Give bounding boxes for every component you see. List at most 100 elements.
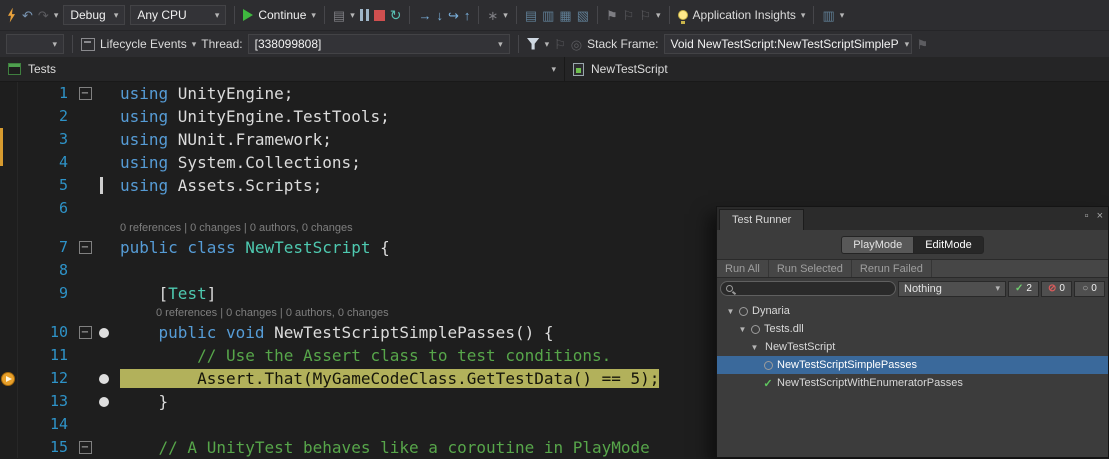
break-all-icon[interactable] xyxy=(360,9,369,21)
breakpoint-margin[interactable] xyxy=(97,344,111,367)
process-dropdown[interactable]: ▾ xyxy=(6,34,64,54)
indicator-margin[interactable] xyxy=(0,174,17,197)
rerun-failed-button[interactable]: Rerun Failed xyxy=(852,263,931,275)
breakpoint-dot[interactable] xyxy=(99,374,109,384)
tab-editmode[interactable]: EditMode xyxy=(913,236,983,254)
lifecycle-events-button[interactable]: Lifecycle Events xyxy=(100,37,187,51)
indicator-margin[interactable] xyxy=(0,413,17,436)
fold-margin[interactable] xyxy=(73,151,97,174)
lifecycle-events-icon[interactable] xyxy=(81,38,95,51)
code-line-3[interactable]: 3using NUnit.Framework; xyxy=(0,128,1109,151)
flag-icon[interactable]: ⚑ xyxy=(917,38,929,51)
bookmark-icon[interactable]: ⚑ xyxy=(606,9,618,22)
code-text[interactable]: using UnityEngine.TestTools; xyxy=(111,105,1109,128)
expander-icon[interactable]: ▼ xyxy=(725,307,736,316)
platform-dropdown[interactable]: Any CPU ▾ xyxy=(130,5,226,25)
navigation-history-chevron[interactable]: ▾ xyxy=(54,11,59,20)
crosshair-icon[interactable]: ◎ xyxy=(571,38,582,51)
indicator-margin[interactable] xyxy=(0,197,17,220)
chevron-down-icon[interactable]: ▾ xyxy=(801,11,806,20)
flag-outline-icon[interactable]: ⚐ xyxy=(554,38,566,51)
fold-margin[interactable]: − xyxy=(73,236,97,259)
code-line-2[interactable]: 2using UnityEngine.TestTools; xyxy=(0,105,1109,128)
chevron-down-icon[interactable]: ▾ xyxy=(545,40,550,49)
type-scope-dropdown[interactable]: NewTestScript xyxy=(565,57,1109,81)
test-tree-item[interactable]: ▼Dynaria xyxy=(717,302,1108,320)
indicator-margin[interactable] xyxy=(0,236,17,259)
output-window-icon[interactable]: ▥ xyxy=(542,9,554,22)
code-line-5[interactable]: 5using Assets.Scripts; xyxy=(0,174,1109,197)
filter-icon[interactable] xyxy=(527,38,540,51)
breakpoint-margin[interactable] xyxy=(97,236,111,259)
breakpoint-margin[interactable] xyxy=(97,367,111,390)
test-tree-item[interactable]: ✓NewTestScriptWithEnumeratorPasses xyxy=(717,374,1108,392)
indicator-margin[interactable] xyxy=(0,321,17,344)
breakpoint-margin[interactable] xyxy=(97,82,111,105)
fold-collapse-icon[interactable]: − xyxy=(79,441,92,454)
solution-config-dropdown[interactable]: Debug ▾ xyxy=(63,5,125,25)
next-bookmark-icon[interactable]: ⚐ xyxy=(639,9,651,22)
test-tree-item[interactable]: NewTestScriptSimplePasses xyxy=(717,356,1108,374)
fold-margin[interactable] xyxy=(73,174,97,197)
debug-target-icon[interactable] xyxy=(6,8,17,23)
magic-wand-icon[interactable]: ∗ xyxy=(487,9,498,22)
code-line-4[interactable]: 4using System.Collections; xyxy=(0,151,1109,174)
indicator-margin[interactable] xyxy=(0,282,17,305)
fold-collapse-icon[interactable]: − xyxy=(79,326,92,339)
panel-menu-icon[interactable]: ▫ xyxy=(1085,211,1089,222)
indicator-margin[interactable] xyxy=(0,436,17,459)
indicator-margin[interactable] xyxy=(0,259,17,282)
fold-collapse-icon[interactable]: − xyxy=(79,241,92,254)
file-scope-dropdown[interactable]: Tests ▾ xyxy=(0,57,565,81)
code-line-1[interactable]: 1−using UnityEngine; xyxy=(0,82,1109,105)
fold-margin[interactable] xyxy=(73,197,97,220)
test-runner-tab[interactable]: Test Runner xyxy=(719,209,804,230)
passed-filter-toggle[interactable]: ✓ 2 xyxy=(1008,281,1039,297)
fold-collapse-icon[interactable]: − xyxy=(79,87,92,100)
fold-margin[interactable] xyxy=(73,344,97,367)
fold-margin[interactable] xyxy=(73,390,97,413)
breakpoint-dot[interactable] xyxy=(99,397,109,407)
breakpoint-margin[interactable] xyxy=(97,259,111,282)
run-all-button[interactable]: Run All xyxy=(717,263,768,275)
step-over-icon[interactable]: ↪ xyxy=(448,9,459,22)
watch-window-icon[interactable]: ▦ xyxy=(559,9,571,22)
step-out-icon[interactable]: ↑ xyxy=(464,9,471,22)
run-selected-button[interactable]: Run Selected xyxy=(769,263,851,275)
breakpoint-margin[interactable] xyxy=(97,197,111,220)
breakpoint-margin[interactable] xyxy=(97,151,111,174)
fold-margin[interactable] xyxy=(73,367,97,390)
navigate-back-icon[interactable]: ↶ xyxy=(22,9,33,22)
fold-margin[interactable] xyxy=(73,282,97,305)
failed-filter-toggle[interactable]: ⊘ 0 xyxy=(1041,281,1072,297)
chevron-down-icon[interactable]: ▾ xyxy=(350,11,355,20)
fold-margin[interactable]: − xyxy=(73,321,97,344)
indicator-margin[interactable] xyxy=(0,82,17,105)
immediate-window-icon[interactable]: ▧ xyxy=(577,9,589,22)
show-next-statement-icon[interactable]: → xyxy=(418,9,431,22)
category-filter-dropdown[interactable]: Nothing ▾ xyxy=(898,281,1006,297)
telemetry-icon[interactable]: ▥ xyxy=(822,9,834,22)
search-input[interactable] xyxy=(720,281,896,296)
chevron-down-icon[interactable]: ▾ xyxy=(656,11,661,20)
code-text[interactable]: using UnityEngine; xyxy=(111,82,1109,105)
indicator-margin[interactable] xyxy=(0,151,17,174)
previous-bookmark-icon[interactable]: ⚐ xyxy=(623,9,635,22)
panel-close-icon[interactable]: × xyxy=(1097,211,1103,222)
indicator-margin[interactable] xyxy=(0,367,17,390)
expander-icon[interactable]: ▼ xyxy=(749,343,760,352)
chevron-down-icon[interactable]: ▾ xyxy=(503,11,508,20)
panel-title-bar[interactable]: Test Runner ▫ × xyxy=(717,207,1108,230)
breakpoint-margin[interactable] xyxy=(97,436,111,459)
indicator-margin[interactable] xyxy=(0,390,17,413)
breakpoint-margin[interactable] xyxy=(97,413,111,436)
tab-playmode[interactable]: PlayMode xyxy=(841,236,913,254)
thread-dropdown[interactable]: [338099808] ▾ xyxy=(248,34,510,54)
code-text[interactable]: using Assets.Scripts; xyxy=(111,174,1109,197)
breakpoint-margin[interactable] xyxy=(97,321,111,344)
fold-margin[interactable] xyxy=(73,413,97,436)
test-tree-item[interactable]: ▼NewTestScript xyxy=(717,338,1108,356)
indicator-margin[interactable] xyxy=(0,105,17,128)
test-tree-item[interactable]: ▼Tests.dll xyxy=(717,320,1108,338)
continue-button[interactable]: Continue ▾ xyxy=(243,8,316,22)
